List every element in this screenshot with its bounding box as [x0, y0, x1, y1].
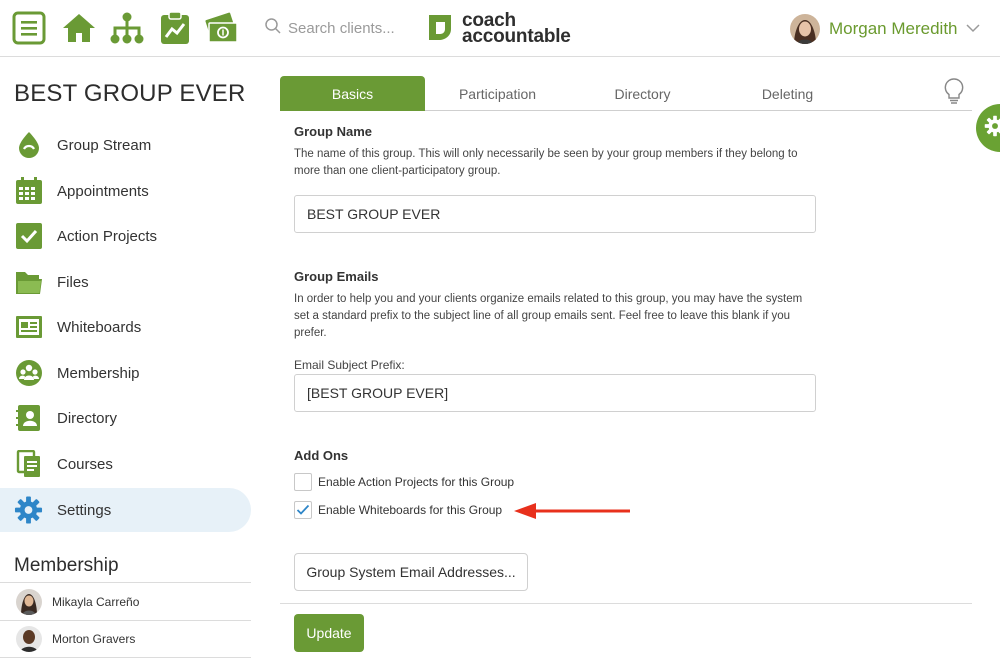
group-emails-description: In order to help you and your clients or…	[294, 293, 803, 339]
sidebar-item-action-projects[interactable]: Action Projects	[0, 214, 251, 258]
user-menu[interactable]: Morgan Meredith	[790, 13, 980, 45]
calendar-icon	[14, 177, 43, 206]
search-input[interactable]	[288, 19, 412, 37]
sidebar-item-group-stream[interactable]: Group Stream	[0, 123, 251, 167]
member-avatar	[16, 626, 42, 652]
update-button[interactable]: Update	[294, 614, 364, 652]
sidebar-item-label: Files	[57, 273, 89, 291]
member-row[interactable]: Mikayla Carreño	[0, 582, 251, 620]
settings-gear-tab[interactable]	[976, 104, 1000, 152]
email-prefix-input[interactable]	[294, 374, 816, 412]
folder-icon	[14, 268, 43, 297]
sidebar-item-courses[interactable]: Courses	[0, 442, 251, 486]
chevron-down-icon	[965, 20, 980, 38]
membership-section-title: Membership	[14, 555, 119, 576]
sidebar-item-label: Action Projects	[57, 227, 158, 245]
tab-participation[interactable]: Participation	[425, 76, 570, 111]
sidebar-item-directory[interactable]: Directory	[0, 396, 251, 440]
sidebar-item-label: Whiteboards	[57, 318, 142, 336]
directory-icon	[14, 404, 43, 433]
member-avatar	[16, 588, 42, 615]
whiteboard-icon	[14, 313, 43, 342]
divider	[280, 603, 972, 604]
clipboard-chart-icon[interactable]	[157, 10, 193, 46]
org-chart-icon[interactable]	[109, 10, 145, 46]
sidebar-item-label: Courses	[57, 455, 113, 473]
sidebar-item-label: Settings	[57, 501, 112, 519]
enable-action-projects-checkbox[interactable]	[294, 473, 312, 491]
sidebar-item-label: Group Stream	[57, 136, 152, 154]
group-system-email-addresses-button[interactable]: Group System Email Addresses...	[294, 553, 528, 591]
checkmark-icon	[296, 504, 310, 515]
lightbulb-icon[interactable]	[943, 77, 965, 110]
annotation-arrow-icon	[512, 501, 632, 526]
search-icon	[264, 17, 282, 40]
enable-whiteboards-checkbox[interactable]	[294, 501, 312, 519]
sidebar: BEST GROUP EVER Group Stream Appointment…	[0, 58, 252, 662]
search-box[interactable]	[264, 14, 414, 42]
member-row[interactable]: Morton Gravers	[0, 620, 251, 658]
group-emails-heading: Group Emails	[294, 269, 379, 284]
sidebar-item-label: Membership	[57, 364, 140, 382]
checkbox-label: Enable Whiteboards for this Group	[318, 503, 503, 517]
logo-line-2: accountable	[462, 26, 571, 47]
email-prefix-label: Email Subject Prefix:	[294, 358, 405, 372]
group-title: BEST GROUP EVER	[14, 80, 246, 107]
menu-icon[interactable]	[11, 10, 47, 46]
members-icon	[14, 359, 43, 388]
user-name: Morgan Meredith	[829, 19, 958, 38]
add-ons-heading: Add Ons	[294, 448, 349, 463]
tab-deleting[interactable]: Deleting	[715, 76, 860, 111]
group-name-description: The name of this group. This will only n…	[294, 148, 798, 177]
sidebar-item-label: Appointments	[57, 182, 149, 200]
tab-basics[interactable]: Basics	[280, 76, 425, 111]
enable-whiteboards-option[interactable]: Enable Whiteboards for this Group	[294, 500, 502, 520]
group-name-heading: Group Name	[294, 124, 373, 139]
top-bar: coach accountable Morgan Meredith	[0, 0, 1000, 57]
sidebar-item-label: Directory	[57, 409, 118, 427]
enable-action-projects-option[interactable]: Enable Action Projects for this Group	[294, 472, 514, 492]
courses-icon	[14, 450, 43, 479]
money-icon[interactable]	[204, 10, 240, 46]
group-stream-icon	[14, 131, 43, 160]
member-name: Mikayla Carreño	[52, 594, 140, 609]
sidebar-item-appointments[interactable]: Appointments	[0, 169, 251, 213]
user-avatar	[790, 14, 820, 44]
settings-tabs: Basics Participation Directory Deleting	[280, 76, 972, 111]
checkbox-icon	[14, 222, 43, 251]
logo-mark-icon	[425, 11, 455, 48]
coach-accountable-logo[interactable]: coach accountable	[425, 11, 571, 48]
home-icon[interactable]	[61, 10, 97, 46]
group-name-input[interactable]	[294, 195, 816, 233]
sidebar-item-settings[interactable]: Settings	[0, 488, 251, 532]
gear-icon	[14, 496, 43, 525]
tab-directory[interactable]: Directory	[570, 76, 715, 111]
sidebar-item-whiteboards[interactable]: Whiteboards	[0, 305, 251, 349]
gear-icon	[984, 115, 1000, 142]
logo-text: coach accountable	[462, 11, 571, 47]
checkbox-label: Enable Action Projects for this Group	[318, 475, 515, 489]
sidebar-item-files[interactable]: Files	[0, 260, 251, 304]
sidebar-item-membership[interactable]: Membership	[0, 351, 251, 395]
member-name: Morton Gravers	[52, 632, 136, 646]
